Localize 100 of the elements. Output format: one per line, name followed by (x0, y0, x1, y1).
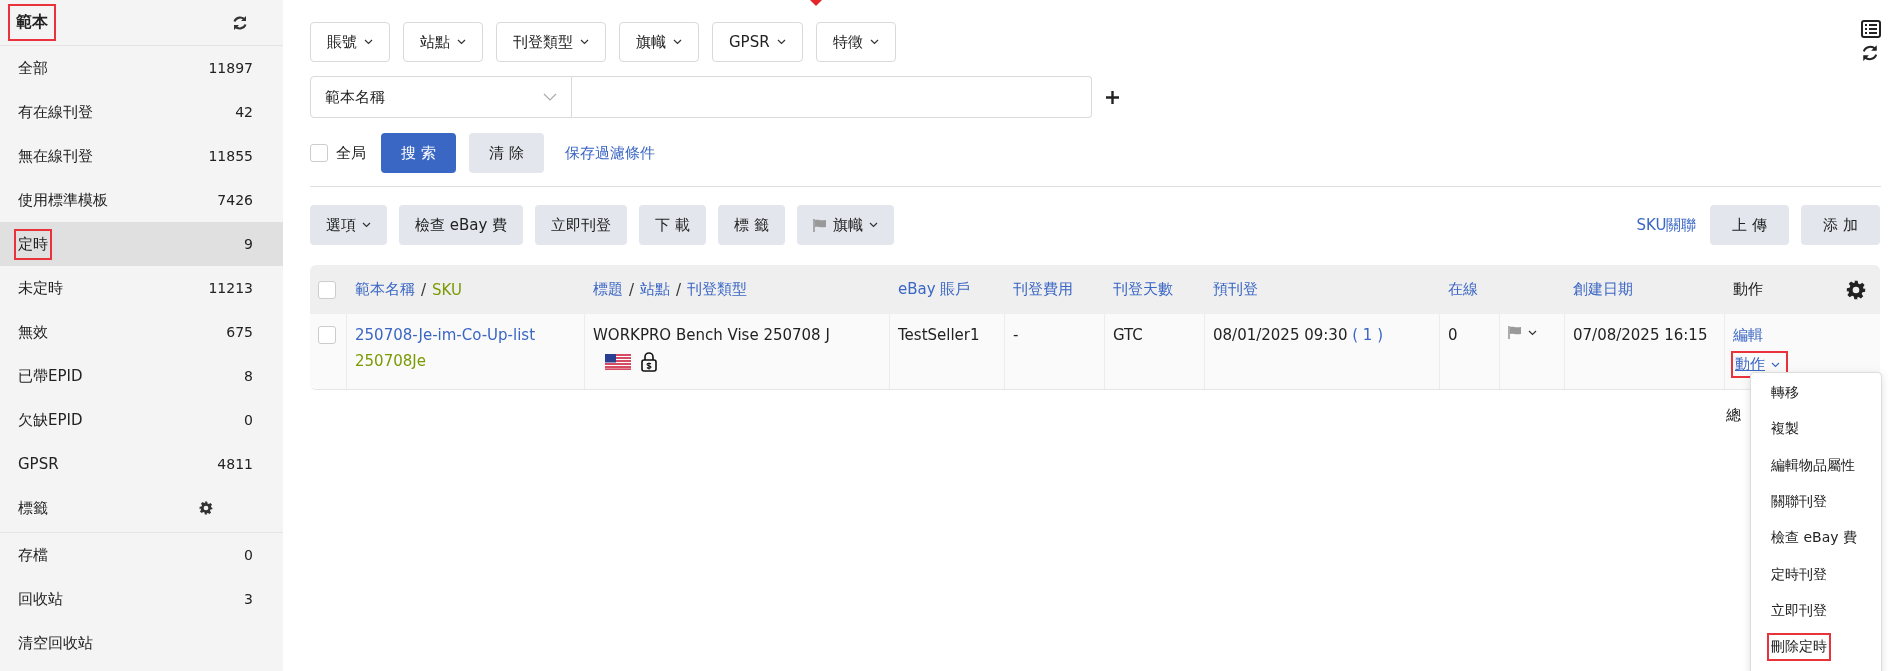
menu-item[interactable]: 編輯物品屬性 (1767, 451, 1859, 480)
column-header[interactable]: 刊登天數 (1113, 280, 1173, 299)
sidebar-item[interactable]: 定時 9 (0, 222, 283, 266)
flag-dropdown[interactable] (1508, 326, 1537, 339)
save-filter-link[interactable]: 保存過濾條件 (564, 143, 655, 163)
menu-item[interactable]: 定時刊登 (1767, 560, 1831, 589)
sidebar-item[interactable]: 使用標準模板 7426 (0, 178, 283, 222)
item-count: 11855 (208, 148, 253, 164)
sidebar-item[interactable]: 清空回收站 (0, 621, 283, 665)
caret-icon (869, 39, 879, 45)
menu-item[interactable]: 複製 (1767, 415, 1803, 444)
caret-icon (1771, 361, 1780, 368)
checkbox[interactable] (318, 326, 336, 344)
table-cell: TestSeller1 (898, 326, 980, 344)
filter-dropdown[interactable]: 特徵 (815, 22, 896, 62)
sidebar-item[interactable]: 標籤 (0, 486, 283, 530)
sidebar-item-label: 無在線刊登 (17, 145, 94, 167)
toolbar-button[interactable]: 上 傳 (1710, 205, 1790, 245)
sidebar-item-label: 使用標準模板 (17, 189, 109, 211)
flag-icon (1508, 326, 1522, 339)
checkbox[interactable] (318, 280, 336, 299)
filter-dropdown[interactable]: 刊登類型 (496, 22, 606, 62)
toolbar-button[interactable]: 選項 (310, 205, 387, 245)
sidebar-item[interactable]: 有在線刊登 42 (0, 90, 283, 134)
separator: / (421, 280, 427, 299)
sidebar-item-label: 無效 (17, 321, 49, 343)
template-link[interactable]: 250708-Je-im-Co-Up-list (355, 326, 536, 344)
column-header[interactable]: 範本名稱 (355, 280, 415, 299)
toolbar-button[interactable]: 下 載 (639, 205, 706, 245)
settings-icon[interactable] (199, 501, 213, 515)
menu-item[interactable]: 轉移 (1767, 379, 1803, 408)
sidebar-item-label: 定時 (14, 228, 52, 260)
caret-icon (543, 93, 557, 101)
toolbar-button[interactable]: 立即刊登 (535, 205, 628, 245)
sidebar-item[interactable]: 全部 11897 (0, 46, 283, 90)
column-header[interactable]: 標題 (593, 280, 623, 299)
sku-link[interactable]: SKU關聯 (1636, 215, 1697, 235)
filter-dropdown[interactable]: 賬號 (310, 22, 390, 62)
menu-item[interactable]: 刪除定時 (1767, 633, 1831, 662)
schedule-count-link[interactable]: ( 1 ) (1352, 326, 1384, 344)
sidebar-item-label: 回收站 (17, 588, 64, 610)
table-cell: 08/01/2025 09:30 (1213, 326, 1348, 344)
search-field[interactable] (572, 76, 1092, 118)
menu-item[interactable]: 關聯刊登 (1767, 488, 1831, 517)
separator: / (629, 280, 635, 299)
caret-icon (1528, 329, 1537, 336)
sidebar-item[interactable]: 無效 675 (0, 310, 283, 354)
item-count: 9 (244, 236, 253, 252)
sidebar-item-label: 清空回收站 (17, 632, 94, 654)
title-text: WORKPRO Bench Vise 250708 J (593, 326, 830, 344)
checkbox-label: 全局 (336, 143, 366, 163)
column-header[interactable]: 創建日期 (1573, 280, 1633, 299)
field-select[interactable]: 範本名稱 (310, 76, 572, 118)
column-header[interactable]: 預刊登 (1213, 280, 1258, 299)
column-header[interactable]: 刊登費用 (1013, 280, 1073, 299)
sidebar-item[interactable]: 未定時 11213 (0, 266, 283, 310)
toolbar-button[interactable]: 添 加 (1801, 205, 1880, 245)
sidebar-item-label: 標籤 (17, 497, 49, 519)
sidebar-item[interactable]: 無在線刊登 11855 (0, 134, 283, 178)
menu-item[interactable]: 檢查 eBay 費 (1767, 524, 1861, 553)
checkbox[interactable] (310, 144, 328, 162)
flag-icon (812, 218, 827, 232)
clear-button[interactable]: 清 除 (468, 133, 544, 173)
sidebar-item[interactable]: 存檔 0 (0, 533, 283, 577)
refresh-icon[interactable] (1861, 44, 1879, 62)
column-header[interactable]: 刊登類型 (687, 280, 748, 299)
total-text: 總 (1726, 406, 1741, 425)
caret-icon (868, 222, 878, 228)
item-count: 7426 (217, 192, 253, 208)
filter-dropdown[interactable]: 站點 (403, 22, 483, 62)
filter-dropdown[interactable]: GPSR (712, 22, 803, 62)
sidebar-item-label: 欠缺EPID (17, 409, 84, 431)
item-count: 4811 (217, 456, 253, 472)
sidebar-item-label: 未定時 (17, 277, 64, 299)
settings-icon[interactable] (1846, 279, 1866, 300)
toolbar-button[interactable]: 檢查 eBay 費 (399, 205, 524, 245)
menu-item[interactable]: 立即刊登 (1767, 596, 1831, 625)
lock-icon (641, 352, 657, 372)
sidebar-item[interactable]: 已帶EPID 8 (0, 354, 283, 398)
caret-icon (457, 39, 466, 45)
item-count: 11213 (208, 280, 253, 296)
list-icon[interactable] (1861, 20, 1881, 38)
marker-icon (810, 0, 822, 6)
sidebar-item[interactable]: 回收站 3 (0, 577, 283, 621)
add-icon[interactable] (1106, 90, 1119, 104)
table-cell: 0 (1448, 326, 1458, 344)
edit-link[interactable]: 編輯 (1733, 326, 1763, 345)
sidebar-item[interactable]: 欠缺EPID 0 (0, 398, 283, 442)
item-count: 42 (235, 104, 253, 120)
search-button[interactable]: 搜 索 (381, 133, 456, 173)
sidebar-item[interactable]: GPSR 4811 (0, 442, 283, 486)
caret-icon (776, 39, 786, 45)
column-header: 動作 (1733, 280, 1763, 299)
refresh-icon[interactable] (232, 14, 248, 31)
toolbar-button[interactable]: 標 籤 (717, 205, 785, 245)
column-header[interactable]: 在線 (1448, 280, 1478, 299)
filter-dropdown[interactable]: 旗幟 (619, 22, 699, 62)
column-header[interactable]: 站點 (640, 280, 671, 299)
toolbar-button[interactable]: 旗幟 (796, 205, 894, 245)
column-header[interactable]: eBay 賬戶 (898, 280, 971, 299)
